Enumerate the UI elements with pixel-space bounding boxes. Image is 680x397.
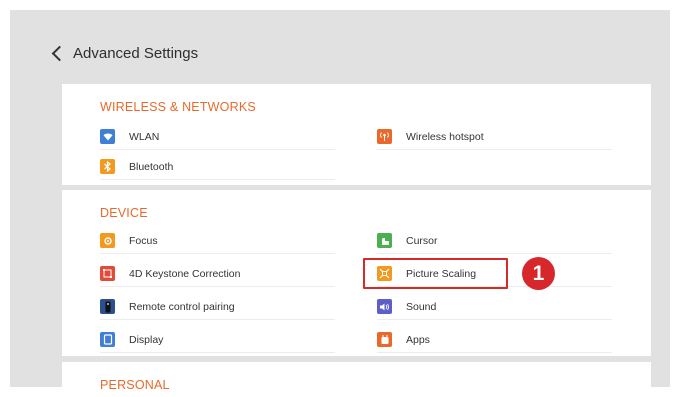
settings-item-wlan[interactable]: WLAN: [100, 124, 335, 150]
step-callout-badge: 1: [522, 257, 555, 290]
picture-scaling-highlight-box: [363, 258, 508, 289]
personal-card: PERSONAL: [62, 362, 651, 397]
apps-icon: [377, 332, 392, 347]
remote-icon: [100, 299, 115, 314]
keystone-icon: [100, 266, 115, 281]
settings-item-label: Wireless hotspot: [406, 130, 484, 143]
settings-item-display[interactable]: Display: [100, 327, 335, 353]
settings-item-label: Focus: [129, 234, 158, 247]
settings-item-4d-keystone[interactable]: 4D Keystone Correction: [100, 261, 335, 287]
settings-panel: Advanced Settings WIRELESS & NETWORKS WL…: [10, 10, 670, 397]
sound-icon: [377, 299, 392, 314]
settings-item-wireless-hotspot[interactable]: Wireless hotspot: [377, 124, 612, 150]
settings-item-cursor[interactable]: Cursor: [377, 228, 612, 254]
settings-item-label: Apps: [406, 333, 430, 346]
device-card: DEVICE Focus Cursor 4D Keystone Correcti…: [62, 190, 651, 356]
settings-item-label: 4D Keystone Correction: [129, 267, 241, 280]
settings-item-remote-pairing[interactable]: Remote control pairing: [100, 294, 335, 320]
section-title-personal: PERSONAL: [100, 378, 170, 392]
settings-item-bluetooth[interactable]: Bluetooth: [100, 154, 335, 180]
back-chevron-icon[interactable]: [51, 45, 68, 61]
section-title-wireless: WIRELESS & NETWORKS: [100, 100, 256, 114]
section-title-device: DEVICE: [100, 206, 148, 220]
page-title: Advanced Settings: [73, 44, 199, 62]
wifi-icon: [100, 129, 115, 144]
settings-item-label: Sound: [406, 300, 437, 313]
settings-item-sound[interactable]: Sound: [377, 294, 612, 320]
focus-icon: [100, 233, 115, 248]
display-icon: [100, 332, 115, 347]
wireless-networks-card: WIRELESS & NETWORKS WLAN Wireless hotspo…: [62, 84, 651, 185]
settings-item-focus[interactable]: Focus: [100, 228, 335, 254]
hotspot-icon: [377, 129, 392, 144]
cursor-icon: [377, 233, 392, 248]
settings-item-label: Cursor: [406, 234, 438, 247]
bluetooth-icon: [100, 159, 115, 174]
settings-item-label: Display: [129, 333, 164, 346]
header-bar: Advanced Settings: [50, 38, 198, 68]
settings-item-label: WLAN: [129, 130, 160, 143]
settings-item-apps[interactable]: Apps: [377, 327, 612, 353]
settings-item-label: Remote control pairing: [129, 300, 235, 313]
settings-item-label: Bluetooth: [129, 160, 174, 173]
